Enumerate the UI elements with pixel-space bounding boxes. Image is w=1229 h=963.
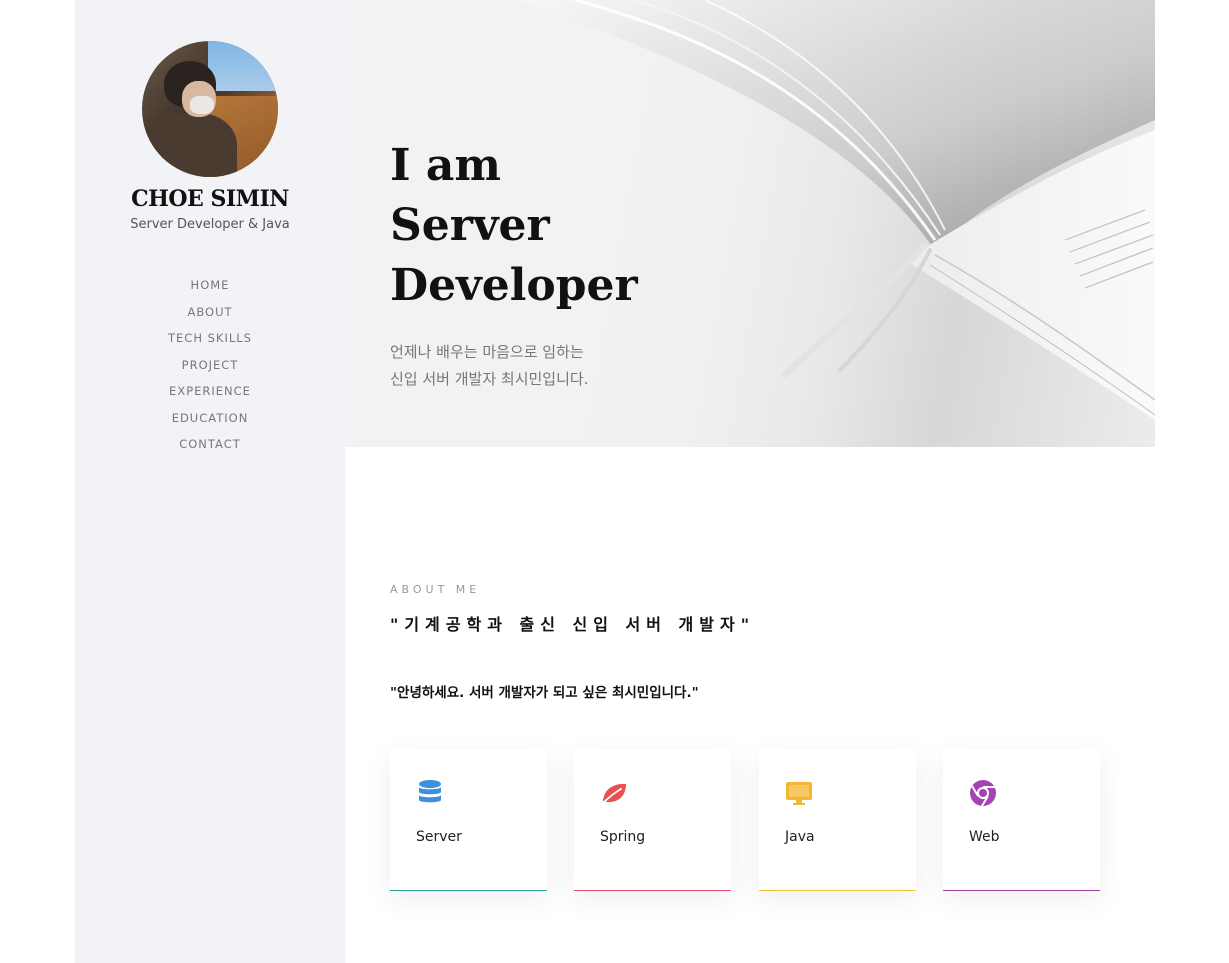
hero-title-line-3: Developer bbox=[390, 260, 638, 311]
skill-card-label: Server bbox=[416, 829, 462, 845]
sidebar-nav: HOME ABOUT TECH SKILLS PROJECT EXPERIENC… bbox=[75, 276, 345, 462]
monitor-icon bbox=[786, 782, 812, 805]
profile-role: Server Developer & Java bbox=[130, 217, 290, 232]
nav-item-experience[interactable]: EXPERIENCE bbox=[75, 382, 345, 409]
skill-card-spring[interactable]: Spring bbox=[574, 749, 731, 891]
nav-item-education[interactable]: EDUCATION bbox=[75, 409, 345, 436]
avatar bbox=[142, 41, 278, 177]
skill-card-server[interactable]: Server bbox=[390, 749, 547, 891]
about-heading: "기계공학과 출신 신입 서버 개발자" bbox=[390, 615, 756, 634]
hero-subtitle-line-1: 언제나 배우는 마음으로 임하는 bbox=[390, 343, 584, 361]
nav-item-about[interactable]: ABOUT bbox=[75, 303, 345, 330]
skill-card-label: Spring bbox=[600, 829, 646, 845]
skill-card-web[interactable]: Web bbox=[943, 749, 1100, 891]
database-icon bbox=[419, 780, 441, 803]
card-accent-bar bbox=[943, 890, 1100, 891]
skill-card-label: Java bbox=[785, 829, 815, 845]
chrome-icon bbox=[970, 780, 996, 807]
hero-subtitle-line-2: 신입 서버 개발자 최시민입니다. bbox=[390, 370, 589, 388]
skill-card-label: Web bbox=[969, 829, 1000, 845]
card-accent-bar bbox=[759, 890, 916, 891]
about-section-label: ABOUT ME bbox=[390, 583, 481, 596]
nav-item-tech-skills[interactable]: TECH SKILLS bbox=[75, 329, 345, 356]
skill-card-java[interactable]: Java bbox=[759, 749, 916, 891]
hero-title-line-2: Server bbox=[390, 200, 550, 251]
hero-title: I am Server Developer bbox=[390, 136, 638, 316]
nav-item-project[interactable]: PROJECT bbox=[75, 356, 345, 383]
card-accent-bar bbox=[390, 890, 547, 891]
profile-name: CHOE SIMIN bbox=[131, 186, 289, 212]
about-greeting: "안녕하세요. 서버 개발자가 되고 싶은 최시민입니다." bbox=[390, 685, 699, 701]
nav-item-contact[interactable]: CONTACT bbox=[75, 435, 345, 462]
hero-subtitle: 언제나 배우는 마음으로 임하는 신입 서버 개발자 최시민입니다. bbox=[390, 339, 588, 393]
hero-title-line-1: I am bbox=[390, 140, 501, 191]
sidebar: CHOE SIMIN Server Developer & Java HOME … bbox=[75, 0, 345, 963]
hero-section: I am Server Developer 언제나 배우는 마음으로 임하는 신… bbox=[345, 0, 1155, 447]
card-accent-bar bbox=[574, 890, 731, 891]
nav-item-home[interactable]: HOME bbox=[75, 276, 345, 303]
leaf-icon bbox=[601, 783, 626, 805]
page: CHOE SIMIN Server Developer & Java HOME … bbox=[0, 0, 1229, 963]
